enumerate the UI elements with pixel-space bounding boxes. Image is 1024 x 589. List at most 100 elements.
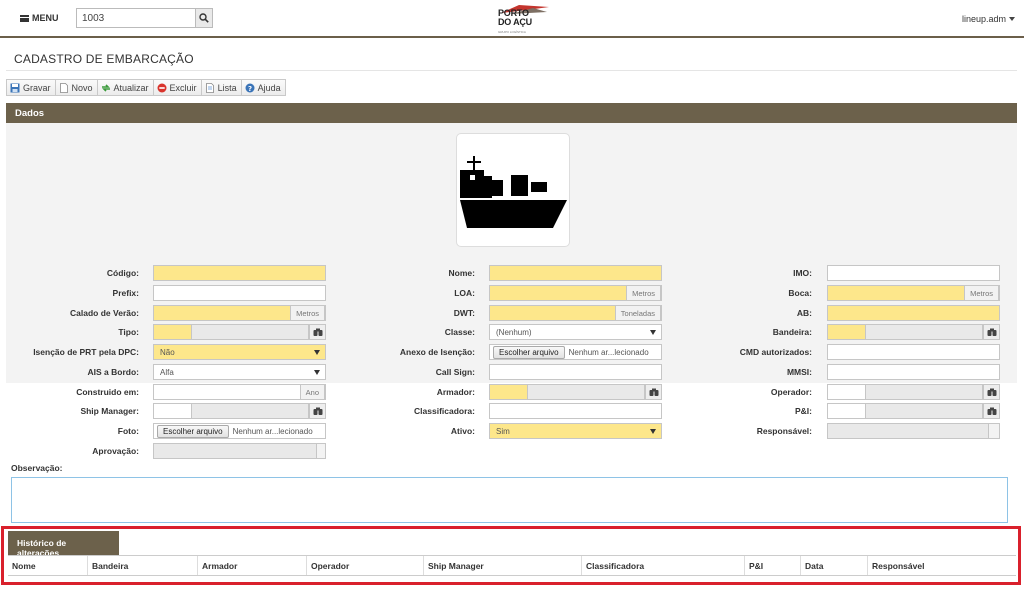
prefix-field[interactable]	[153, 285, 326, 301]
foto-file-status: Nenhum ar...lecionado	[232, 426, 313, 436]
ab-label: AB:	[796, 308, 812, 318]
boca-field[interactable]: Metros	[827, 285, 1000, 301]
save-button[interactable]: Gravar	[6, 79, 56, 96]
dropdown-arrow-icon	[314, 370, 320, 375]
bandeira-field[interactable]	[827, 324, 1000, 340]
armador-description	[527, 384, 645, 400]
new-button[interactable]: Novo	[54, 79, 98, 96]
isencao-select[interactable]: Não	[153, 344, 326, 360]
tipo-lookup-button[interactable]	[309, 324, 326, 340]
aprovacao-field	[153, 443, 326, 459]
column-header[interactable]: Ship Manager	[424, 556, 582, 575]
search-input[interactable]	[76, 8, 195, 28]
dwt-unit: Toneladas	[614, 305, 661, 321]
dropdown-arrow-icon	[650, 330, 656, 335]
history-table-header: Nome Bandeira Armador Operador Ship Mana…	[8, 555, 1016, 576]
column-header[interactable]: Bandeira	[88, 556, 198, 575]
section-header: Dados	[6, 103, 1017, 123]
codigo-label: Código:	[106, 268, 139, 278]
foto-file-input[interactable]: Escolher arquivo Nenhum ar...lecionado	[153, 423, 326, 439]
observacao-label: Observação:	[11, 463, 63, 473]
armador-lookup-button[interactable]	[645, 384, 662, 400]
construido-field[interactable]: Ano	[153, 384, 326, 400]
operador-field[interactable]	[827, 384, 1000, 400]
call-sign-label: Call Sign:	[435, 367, 475, 377]
search-icon	[199, 13, 209, 23]
pi-lookup-button[interactable]	[983, 403, 1000, 419]
aprovacao-label: Aprovação:	[92, 446, 139, 456]
imo-field[interactable]	[827, 265, 1000, 281]
page-header: CADASTRO DE EMBARCAÇÃO	[6, 45, 1017, 71]
binoculars-icon	[987, 388, 996, 396]
refresh-button[interactable]: Atualizar	[96, 79, 154, 96]
column-header[interactable]: Responsável	[868, 556, 1016, 575]
pi-field[interactable]	[827, 403, 1000, 419]
column-header[interactable]: Operador	[307, 556, 424, 575]
bandeira-lookup-button[interactable]	[983, 324, 1000, 340]
ship-manager-lookup-button[interactable]	[309, 403, 326, 419]
column-header[interactable]: Classificadora	[582, 556, 745, 575]
anexo-label: Anexo de Isenção:	[399, 347, 475, 357]
floppy-icon	[10, 83, 20, 92]
tipo-field[interactable]	[153, 324, 326, 340]
mmsi-label: MMSI:	[786, 367, 812, 377]
search-button[interactable]	[195, 8, 213, 28]
list-button[interactable]: Lista	[200, 79, 242, 96]
user-menu[interactable]: lineup.adm	[962, 14, 1015, 24]
binoculars-icon	[313, 328, 322, 336]
vessel-photo	[456, 133, 570, 247]
imo-label: IMO:	[793, 268, 812, 278]
column-header[interactable]: Armador	[198, 556, 307, 575]
delete-button[interactable]: Excluir	[152, 79, 202, 96]
ativo-select[interactable]: Sim	[489, 423, 662, 439]
ship-manager-field[interactable]	[153, 403, 326, 419]
new-document-icon	[59, 82, 68, 93]
svg-text:?: ?	[248, 85, 252, 93]
column-header[interactable]: P&I	[745, 556, 801, 575]
foto-choose-file-button[interactable]: Escolher arquivo	[157, 424, 229, 438]
dwt-field[interactable]: Toneladas	[489, 305, 662, 321]
anexo-file-input[interactable]: Escolher arquivo Nenhum ar...lecionado	[489, 344, 662, 360]
bandeira-label: Bandeira:	[772, 327, 812, 337]
top-bar: MENU PORTO DO AÇU GRUPO LOGÍSTICA lineup…	[0, 0, 1024, 38]
username: lineup.adm	[961, 14, 1006, 24]
nome-field[interactable]	[489, 265, 662, 281]
cmd-field[interactable]	[827, 344, 1000, 360]
toolbar: Gravar Novo Atualizar Excluir Lista ? Aj…	[6, 79, 286, 96]
classe-select[interactable]: (Nenhum)	[489, 324, 662, 340]
logo-subtitle: GRUPO LOGÍSTICA	[498, 30, 526, 34]
mmsi-field[interactable]	[827, 364, 1000, 380]
classificadora-field[interactable]	[489, 403, 662, 419]
anexo-choose-file-button[interactable]: Escolher arquivo	[493, 345, 565, 359]
ativo-label: Ativo:	[450, 426, 475, 436]
armador-field[interactable]	[489, 384, 662, 400]
ais-select[interactable]: Alfa	[153, 364, 326, 380]
construido-unit: Ano	[299, 384, 325, 400]
tab-history[interactable]: Histórico de alterações	[8, 531, 119, 558]
responsavel-label: Responsável:	[756, 426, 812, 436]
ship-manager-label: Ship Manager:	[80, 406, 139, 416]
observacao-textarea[interactable]	[11, 477, 1008, 523]
search-box	[76, 8, 213, 28]
responsavel-field	[827, 423, 1000, 439]
call-sign-field[interactable]	[489, 364, 662, 380]
ais-label: AIS a Bordo:	[87, 367, 139, 377]
loa-field[interactable]: Metros	[489, 285, 662, 301]
column-header[interactable]: Nome	[8, 556, 88, 575]
menu-button[interactable]: MENU	[20, 13, 59, 23]
ab-field[interactable]	[827, 305, 1000, 321]
tipo-description	[191, 324, 309, 340]
codigo-field[interactable]	[153, 265, 326, 281]
ship-icon	[460, 156, 567, 228]
pi-label: P&I:	[795, 406, 812, 416]
calado-field[interactable]: Metros	[153, 305, 326, 321]
operador-description	[865, 384, 983, 400]
list-icon	[205, 82, 214, 93]
help-button[interactable]: ? Ajuda	[240, 79, 286, 96]
pi-description	[865, 403, 983, 419]
operador-lookup-button[interactable]	[983, 384, 1000, 400]
menu-label: MENU	[32, 13, 59, 23]
loa-unit: Metros	[626, 285, 661, 301]
column-header[interactable]: Data	[801, 556, 868, 575]
calado-label: Calado de Verão:	[70, 308, 139, 318]
